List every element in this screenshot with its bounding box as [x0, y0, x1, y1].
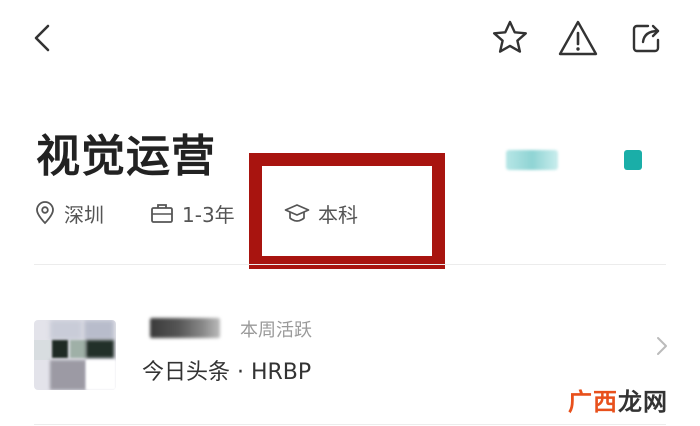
recruiter-name-redacted: [150, 318, 220, 338]
watermark-part-1: 广西: [568, 388, 618, 416]
report-button[interactable]: [556, 16, 600, 60]
recruiter-avatar[interactable]: [34, 320, 116, 390]
top-navigation-bar: [0, 0, 700, 78]
salary-redacted-accent: [624, 150, 642, 170]
location-label: 深圳: [64, 202, 104, 227]
share-icon: [632, 24, 660, 53]
warning-icon: [558, 20, 598, 56]
location-pin-icon: [36, 201, 54, 225]
star-icon: [492, 20, 527, 53]
chevron-left-icon: [34, 24, 50, 52]
watermark-part-2: 龙网: [618, 388, 668, 416]
job-title: 视觉运营: [36, 131, 216, 182]
salary-redacted: [506, 150, 558, 170]
briefcase-icon: [151, 204, 173, 223]
chevron-right-icon[interactable]: [650, 332, 674, 360]
favorite-button[interactable]: [488, 16, 532, 60]
watermark: 广西龙网: [568, 382, 668, 417]
location-tag: 深圳: [34, 198, 104, 228]
recruiter-active-status: 本周活跃: [240, 320, 312, 341]
experience-label: 1-3年: [182, 202, 235, 227]
share-button[interactable]: [624, 16, 668, 60]
highlight-annotation-box: [249, 153, 445, 269]
experience-tag: 1-3年: [150, 198, 235, 228]
section-divider-bottom: [34, 424, 666, 425]
section-divider: [34, 264, 666, 265]
recruiter-company-role: 今日头条 · HRBP: [142, 360, 312, 385]
back-button[interactable]: [20, 16, 64, 60]
